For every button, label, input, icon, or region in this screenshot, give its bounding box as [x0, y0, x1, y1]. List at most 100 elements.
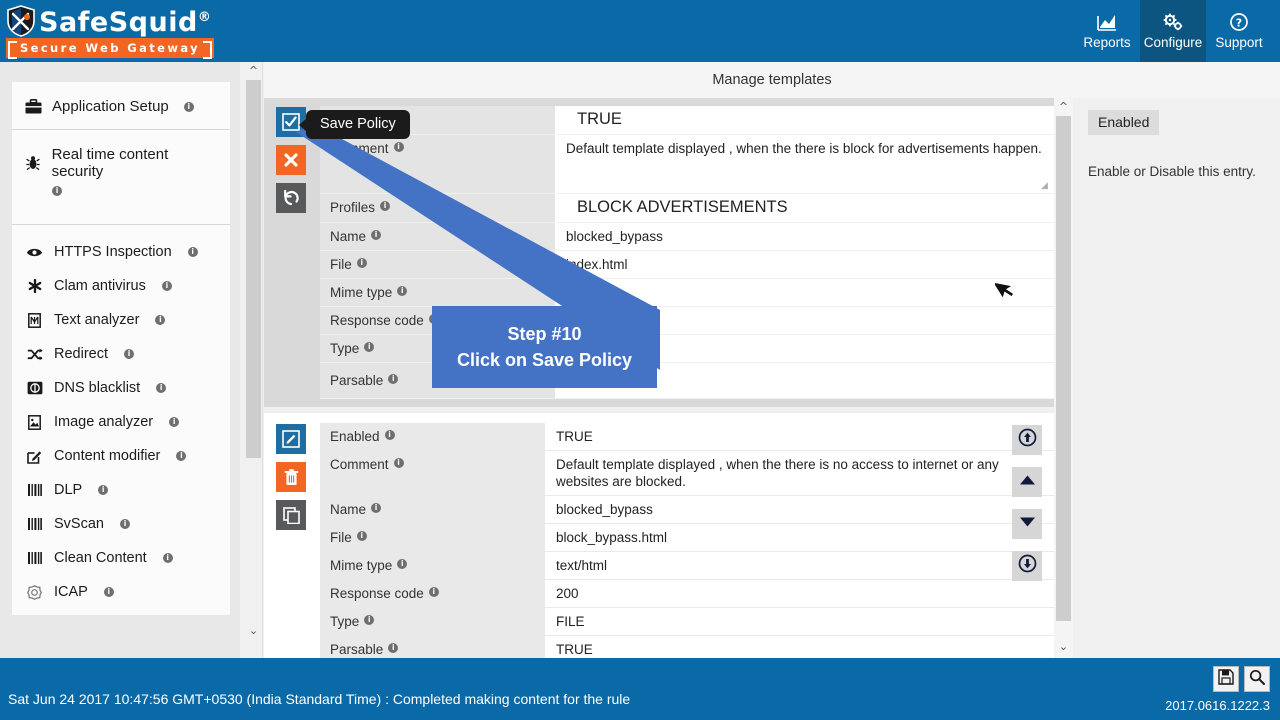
info-icon[interactable]: i — [162, 553, 173, 563]
version-label: 2017.0616.1222.3 — [1165, 698, 1270, 713]
sidebar-item-dlp[interactable]: DLP i — [12, 473, 230, 507]
field-value-file[interactable]: block_bypass.html — [545, 524, 1054, 551]
info-icon[interactable]: i — [356, 258, 367, 268]
info-icon[interactable]: i — [393, 458, 404, 468]
inner-scroll-down-arrow[interactable]: ⌄ — [1054, 638, 1073, 655]
search-icon — [1249, 669, 1265, 690]
move-down-button[interactable] — [1012, 509, 1042, 539]
info-icon[interactable]: i — [124, 349, 134, 359]
sidebar-item-https-inspection[interactable]: HTTPS Inspection i — [12, 235, 230, 269]
scroll-down-arrow[interactable]: ⌄ — [244, 622, 263, 639]
field-value-enabled[interactable]: TRUE — [545, 423, 1054, 450]
outer-scrollbar[interactable]: ^ ⌄ — [244, 62, 263, 658]
info-icon[interactable]: i — [397, 559, 408, 569]
info-icon[interactable]: i — [371, 503, 382, 513]
info-icon[interactable]: i — [103, 587, 114, 597]
field-value-name[interactable]: blocked_bypass — [555, 223, 1054, 250]
move-up-button[interactable] — [1012, 467, 1042, 497]
info-icon[interactable]: i — [371, 230, 382, 240]
field-value-comment[interactable]: Default template displayed , when the th… — [545, 451, 1054, 495]
info-icon[interactable]: i — [428, 587, 439, 597]
textarea-resize-handle[interactable]: ◢ — [1041, 181, 1050, 190]
sidebar-item-content-modifier[interactable]: Content modifier i — [12, 439, 230, 473]
sidebar-item-real-time-content-security[interactable]: Real time content security i — [12, 130, 230, 225]
info-icon[interactable]: i — [119, 519, 130, 529]
field-label: Type i — [320, 608, 545, 635]
bars-icon — [26, 518, 43, 530]
info-icon[interactable]: i — [169, 417, 180, 427]
sidebar-item-svscan[interactable]: SvScan i — [12, 507, 230, 541]
field-value-mime-type[interactable]: text/html — [545, 552, 1054, 579]
info-icon[interactable]: i — [397, 286, 408, 296]
field-value-comment[interactable]: Default template displayed , when the th… — [555, 135, 1054, 193]
sidebar-item-text-analyzer[interactable]: Text analyzer i — [12, 303, 230, 337]
copy-icon — [282, 506, 300, 524]
sidebar-item-clam-antivirus[interactable]: Clam antivirus i — [12, 269, 230, 303]
info-icon[interactable]: i — [384, 430, 395, 440]
info-icon[interactable]: i — [388, 374, 399, 384]
sidebar-item-icap[interactable]: ICAP i — [12, 575, 230, 609]
undo-button[interactable] — [276, 183, 306, 213]
cancel-button[interactable] — [276, 145, 306, 175]
copy-button[interactable] — [276, 500, 306, 530]
x-icon — [283, 152, 299, 168]
info-icon[interactable]: i — [187, 247, 198, 257]
brand-tagline: Secure Web Gateway — [6, 38, 214, 59]
field-value-enabled[interactable]: TRUE — [555, 106, 1054, 134]
status-message: Sat Jun 24 2017 10:47:56 GMT+0530 (India… — [8, 691, 631, 707]
sidebar-item-redirect[interactable]: Redirect i — [12, 337, 230, 371]
save-config-button[interactable] — [1213, 666, 1239, 692]
info-icon[interactable]: i — [183, 101, 194, 112]
brand-logo[interactable]: SafeSquid® Secure Web Gateway — [0, 0, 220, 62]
move-to-top-button[interactable] — [1012, 425, 1042, 455]
nav-item-support[interactable]: ? Support — [1206, 0, 1272, 62]
field-value-mime-type[interactable] — [555, 279, 1054, 306]
info-icon[interactable]: i — [155, 315, 166, 325]
nav-item-configure[interactable]: Configure — [1140, 0, 1206, 62]
main-content: ^ ⌄ Manage templates TRUE Comment i Defa… — [240, 62, 1280, 670]
trash-icon — [284, 468, 299, 486]
sidebar-label-real-time-content-security: Real time content security — [51, 146, 169, 180]
info-icon[interactable]: i — [161, 281, 172, 291]
sidebar-item-clean-content[interactable]: Clean Content i — [12, 541, 230, 575]
page-title: Manage templates — [264, 62, 1280, 98]
field-value-file[interactable]: index.html — [555, 251, 1054, 278]
nav-item-reports[interactable]: Reports — [1074, 0, 1140, 62]
field-value-profiles[interactable]: BLOCK ADVERTISEMENTS — [555, 194, 1054, 222]
scroll-up-arrow[interactable]: ^ — [244, 62, 263, 79]
move-to-bottom-button[interactable] — [1012, 551, 1042, 581]
search-button[interactable] — [1244, 666, 1270, 692]
info-icon[interactable]: i — [388, 643, 399, 653]
delete-button[interactable] — [276, 462, 306, 492]
bars-icon — [26, 484, 43, 496]
info-icon[interactable]: i — [364, 342, 375, 352]
edit-button[interactable] — [276, 424, 306, 454]
info-icon[interactable]: i — [393, 142, 404, 152]
sidebar-item-dns-blacklist[interactable]: DNS blacklist i — [12, 371, 230, 405]
scroll-thumb[interactable] — [246, 80, 261, 458]
field-label: Enabledi — [320, 423, 545, 450]
field-row-enabled: Enabledi TRUE — [320, 423, 1054, 451]
field-row-comment: Comment i Default template displayed , wh… — [320, 135, 1054, 194]
sidebar-item-application-setup[interactable]: Application Setup i — [12, 82, 230, 130]
help-description: Enable or Disable this entry. — [1088, 164, 1256, 179]
field-label: Name i — [320, 223, 555, 250]
sidebar-item-image-analyzer[interactable]: Image analyzer i — [12, 405, 230, 439]
info-icon[interactable]: i — [356, 531, 367, 541]
sidebar-label: Clam antivirus — [54, 278, 146, 294]
info-icon[interactable]: i — [52, 186, 62, 196]
field-row-name: Name i blocked_bypass — [320, 223, 1054, 251]
triangle-up-icon — [1019, 473, 1036, 491]
field-value-type[interactable]: FILE — [545, 608, 1054, 635]
info-icon[interactable]: i — [156, 383, 167, 393]
inner-scrollbar[interactable]: ^ ⌄ — [1054, 98, 1073, 658]
inner-scroll-up-arrow[interactable]: ^ — [1054, 98, 1073, 115]
info-icon[interactable]: i — [364, 615, 375, 625]
info-icon[interactable]: i — [380, 201, 391, 211]
field-value-name[interactable]: blocked_bypass — [545, 496, 1054, 523]
inner-scroll-thumb[interactable] — [1056, 116, 1071, 621]
field-value-response-code[interactable]: 200 — [545, 580, 1054, 607]
info-icon[interactable]: i — [98, 485, 109, 495]
info-icon[interactable]: i — [176, 451, 187, 461]
triangle-down-icon — [1019, 515, 1036, 533]
